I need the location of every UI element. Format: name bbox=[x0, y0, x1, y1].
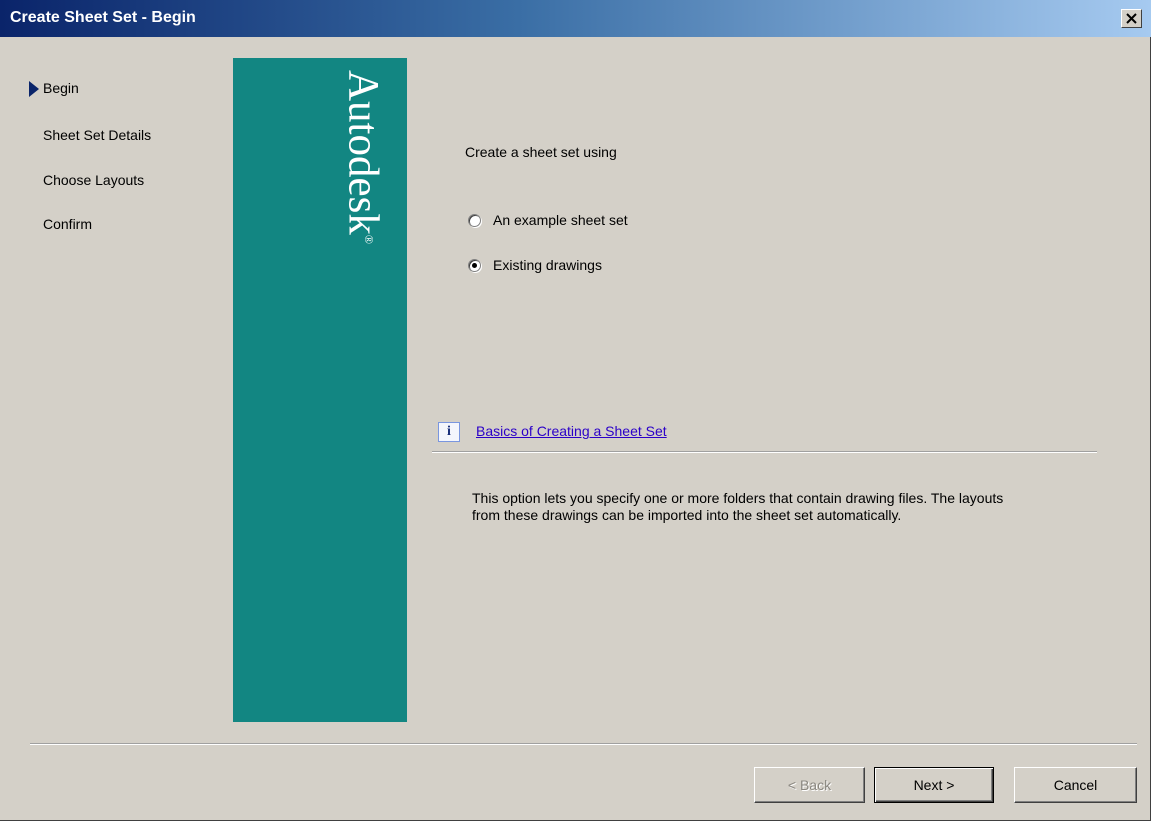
info-icon: i bbox=[438, 422, 460, 442]
next-button[interactable]: Next > bbox=[874, 767, 994, 803]
title-bar[interactable]: Create Sheet Set - Begin bbox=[0, 0, 1151, 37]
help-link-basics[interactable]: Basics of Creating a Sheet Set bbox=[476, 423, 667, 439]
step-sheet-set-details: Sheet Set Details bbox=[43, 127, 152, 143]
option-existing-drawings[interactable]: Existing drawings bbox=[468, 255, 602, 275]
button-divider bbox=[30, 743, 1137, 745]
option-label: Existing drawings bbox=[493, 257, 602, 273]
option-description: This option lets you specify one or more… bbox=[472, 490, 1004, 523]
step-begin: Begin bbox=[43, 80, 79, 96]
current-step-arrow-icon bbox=[29, 81, 39, 97]
brand-name: Autodesk bbox=[339, 70, 387, 235]
create-prompt: Create a sheet set using bbox=[465, 144, 617, 160]
window-title: Create Sheet Set - Begin bbox=[10, 9, 196, 26]
radio-example-sheet-set[interactable] bbox=[468, 213, 481, 227]
autodesk-banner: Autodesk® bbox=[233, 58, 407, 722]
step-choose-layouts: Choose Layouts bbox=[43, 172, 145, 188]
radio-existing-drawings[interactable] bbox=[468, 258, 481, 272]
close-button[interactable] bbox=[1121, 9, 1142, 28]
option-label: An example sheet set bbox=[493, 212, 628, 228]
divider bbox=[432, 451, 1097, 453]
autodesk-logo: Autodesk® bbox=[339, 70, 399, 306]
step-confirm: Confirm bbox=[43, 216, 93, 232]
trademark: ® bbox=[362, 234, 376, 244]
radio-selected-dot bbox=[472, 262, 477, 268]
close-icon bbox=[1126, 13, 1137, 24]
option-example-sheet-set[interactable]: An example sheet set bbox=[468, 210, 628, 230]
create-sheet-set-dialog: Create Sheet Set - Begin Begin Sheet Set… bbox=[0, 0, 1151, 821]
back-button[interactable]: < Back bbox=[754, 767, 865, 803]
cancel-button[interactable]: Cancel bbox=[1014, 767, 1137, 803]
